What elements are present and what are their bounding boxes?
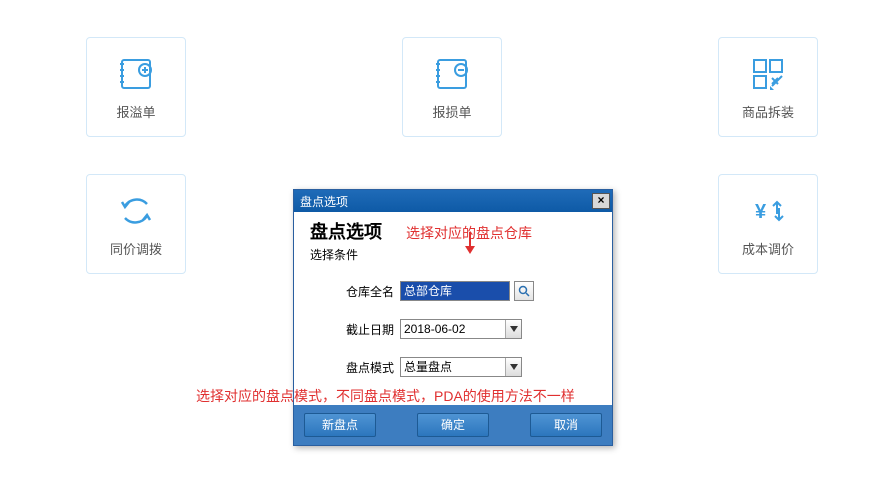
dialog-heading: 盘点选项: [310, 218, 382, 244]
magnifier-icon: [518, 285, 530, 297]
card-label: 报损单: [432, 102, 471, 121]
price-adjust-icon: ¥: [748, 191, 788, 231]
card-assembly[interactable]: 商品拆装: [718, 37, 818, 137]
cutoff-date-input[interactable]: 2018-06-02: [400, 319, 522, 339]
card-same-price-transfer[interactable]: 同价调拨: [86, 174, 186, 274]
warehouse-lookup-button[interactable]: [514, 281, 534, 301]
inventory-options-dialog: 盘点选项 × 盘点选项 选择条件 选择对应的盘点仓库 仓库全名 总部仓库: [293, 189, 613, 446]
card-overflow[interactable]: 报溢单: [86, 37, 186, 137]
dropdown-arrow-icon[interactable]: [505, 320, 521, 338]
card-label: 同价调拨: [110, 239, 162, 258]
mode-label: 盘点模式: [338, 359, 394, 376]
card-cost-adjust[interactable]: ¥ 成本调价: [718, 174, 818, 274]
new-inventory-button[interactable]: 新盘点: [304, 413, 376, 437]
cutoff-date-value: 2018-06-02: [404, 322, 465, 336]
dialog-footer: 新盘点 确定 取消: [294, 405, 612, 445]
assembly-icon: [748, 54, 788, 94]
close-button[interactable]: ×: [592, 193, 610, 209]
overflow-doc-icon: [116, 54, 156, 94]
dialog-titlebar[interactable]: 盘点选项 ×: [294, 190, 612, 212]
arrow-annotation-icon: [460, 230, 480, 258]
annotation-bottom: 选择对应的盘点模式，不同盘点模式，PDA的使用方法不一样: [196, 386, 575, 406]
mode-value: 总量盘点: [404, 360, 452, 374]
loss-doc-icon: [432, 54, 472, 94]
ok-button[interactable]: 确定: [417, 413, 489, 437]
dialog-title: 盘点选项: [300, 193, 348, 210]
warehouse-input[interactable]: 总部仓库: [400, 281, 510, 301]
cancel-button[interactable]: 取消: [530, 413, 602, 437]
dropdown-arrow-icon[interactable]: [505, 358, 521, 376]
mode-select[interactable]: 总量盘点: [400, 357, 522, 377]
dialog-subheading: 选择条件: [310, 246, 382, 263]
card-label: 报溢单: [116, 102, 155, 121]
card-label: 成本调价: [742, 239, 794, 258]
sync-icon: [116, 191, 156, 231]
cutoff-date-label: 截止日期: [338, 321, 394, 338]
warehouse-label: 仓库全名: [338, 283, 394, 300]
card-label: 商品拆装: [742, 102, 794, 121]
svg-text:¥: ¥: [755, 201, 767, 223]
card-loss[interactable]: 报损单: [402, 37, 502, 137]
